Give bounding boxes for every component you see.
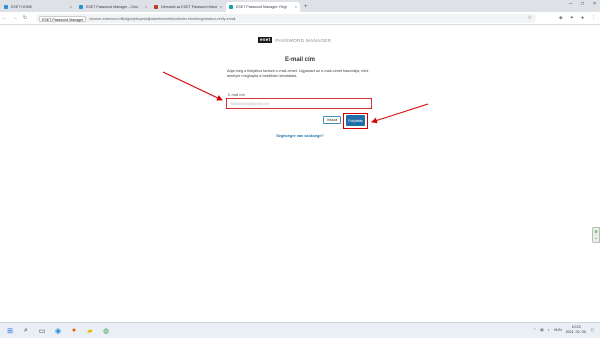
tab-title: Útmutató az ESET Password Mana [161, 5, 217, 9]
network-icon[interactable]: ▤ [540, 328, 543, 332]
arrow-to-next-button [371, 103, 429, 124]
new-tab-button[interactable]: + [304, 2, 308, 12]
tray-chevron-icon[interactable]: ⌃ [533, 328, 536, 332]
task-view-icon[interactable]: ▭ [37, 326, 47, 336]
tab-title: ESET Password Manager - Chro [86, 5, 139, 9]
url-text: chrome-extension://iiihdgkejbbopeiddjhda… [89, 16, 236, 21]
extension-icons: ◈ ✦ ● ⋮ [559, 15, 596, 21]
tab-title: ESET Password Manager: Regi [236, 5, 287, 9]
edge-icon[interactable]: ◉ [53, 326, 63, 336]
eset-favicon-icon [4, 5, 8, 9]
page-description: Adja meg a fiókjához tartozó e-mail-címe… [227, 69, 369, 78]
close-window-icon[interactable]: × [593, 1, 596, 7]
back-arrow-icon[interactable]: ← [0, 15, 10, 21]
annotation-arrows [162, 71, 429, 124]
close-tab-icon[interactable]: × [220, 4, 222, 9]
eset-wordmark: eset [258, 37, 273, 43]
windows-taskbar: ⊞ ⌕ ▭ ◉ ● ▰ ◍ ⌃ ▤ ◖ HUN 10:23 2021. 02. … [0, 322, 600, 338]
extension-chip: ESET Password Manager [39, 15, 87, 22]
maximize-icon[interactable]: □ [581, 1, 584, 7]
arrow-to-email-field [162, 71, 223, 101]
back-button[interactable]: Vissza [323, 116, 341, 124]
file-explorer-icon[interactable]: ▰ [85, 326, 95, 336]
extensions-puzzle-icon[interactable]: ✦ [570, 15, 574, 21]
profile-icon[interactable]: ● [581, 15, 584, 21]
search-icon[interactable]: ⌕ [21, 326, 31, 336]
email-input[interactable] [227, 99, 371, 108]
tab-password-manager-registration[interactable]: ESET Password Manager: Regi × [226, 2, 300, 12]
minimize-icon[interactable]: – [569, 1, 572, 7]
product-name: PASSWORD MANAGER [275, 37, 332, 43]
chrome-icon[interactable]: ◍ [101, 326, 111, 336]
window-controls: – □ × [569, 1, 596, 7]
forward-arrow-icon[interactable]: → [10, 15, 20, 21]
close-tab-icon[interactable]: × [145, 4, 147, 9]
bookmark-star-icon[interactable]: ☆ [528, 15, 532, 21]
side-panel-widget[interactable]: ⚙ + [592, 227, 600, 243]
notifications-icon[interactable]: ▢ [591, 328, 594, 332]
settings-gear-icon[interactable]: ⚙ [594, 229, 598, 234]
menu-kebab-icon[interactable]: ⋮ [591, 15, 596, 21]
close-tab-icon[interactable]: × [70, 4, 72, 9]
tab-guide[interactable]: Útmutató az ESET Password Mana × [151, 2, 225, 12]
browser-tab-strip: ESET HOME × ESET Password Manager - Chro… [0, 0, 600, 12]
reload-icon[interactable]: ↻ [20, 15, 30, 21]
tab-title: ESET HOME [11, 5, 33, 9]
firefox-icon[interactable]: ● [69, 326, 79, 336]
help-link[interactable]: Segítségre van szüksége? [0, 134, 600, 138]
plus-icon[interactable]: + [595, 236, 597, 241]
windows-start-icon[interactable]: ⊞ [5, 326, 15, 336]
email-field-highlight [226, 98, 372, 109]
tab-eset-home[interactable]: ESET HOME × [1, 2, 75, 12]
system-tray: ⌃ ▤ ◖ HUN 10:23 2021. 02. 05. ▢ [533, 325, 594, 334]
tab-chrome-store[interactable]: ESET Password Manager - Chro × [76, 2, 150, 12]
next-button[interactable]: Folytatás [346, 115, 365, 126]
close-tab-icon[interactable]: × [295, 4, 297, 9]
pdf-favicon-icon [154, 5, 158, 9]
volume-icon[interactable]: ◖ [548, 328, 550, 332]
page-title: E-mail cím [284, 57, 315, 63]
eset-logo: eset PASSWORD MANAGER [258, 37, 331, 43]
language-indicator[interactable]: HUN [554, 328, 562, 332]
chrome-store-favicon-icon [79, 5, 83, 9]
clock-date: 2021. 02. 05. [565, 329, 587, 334]
email-label: E-mail cím [228, 93, 245, 97]
password-manager-favicon-icon [229, 5, 233, 9]
clock[interactable]: 10:23 2021. 02. 05. [566, 325, 587, 334]
extension-eset-icon[interactable]: ◈ [559, 15, 563, 21]
browser-toolbar: ← → ↻ ESET Password Manager chrome-exten… [0, 12, 600, 25]
address-bar[interactable]: ESET Password Manager chrome-extension:/… [36, 14, 536, 23]
